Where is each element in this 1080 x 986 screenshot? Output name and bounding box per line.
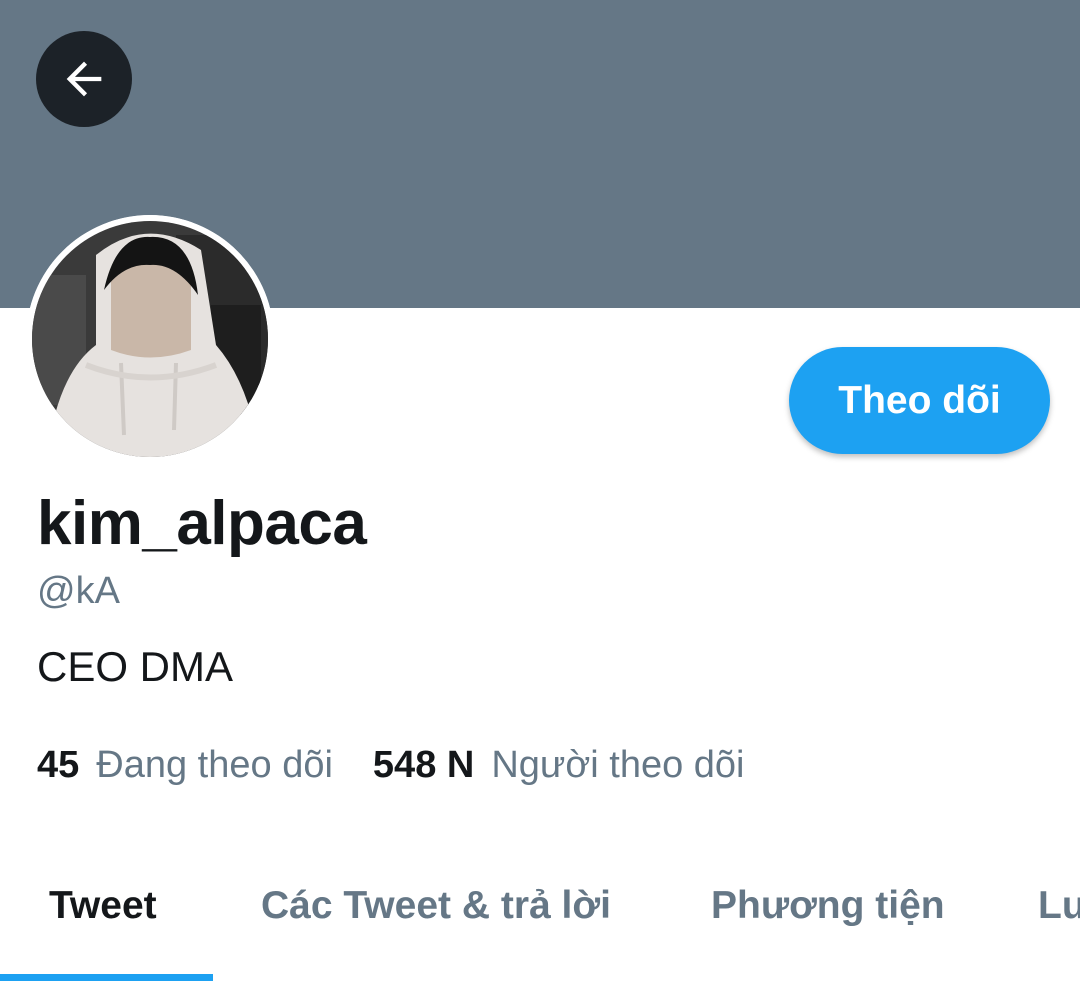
following-label[interactable]: Đang theo dõi: [96, 744, 333, 787]
profile-page: Theo dõi kim_alpaca @kA CEO DMA 45 Đang …: [0, 0, 1080, 986]
user-bio: CEO DMA: [37, 643, 234, 690]
profile-tabs: Tweet Các Tweet & trả lời Phương tiện Lư: [0, 860, 1080, 986]
tab-tweets-and-replies[interactable]: Các Tweet & trả lời: [261, 884, 611, 928]
back-button[interactable]: [36, 31, 132, 127]
following-count[interactable]: 45: [37, 744, 79, 787]
avatar-image: [26, 215, 274, 463]
active-tab-indicator: [0, 974, 213, 981]
display-name: kim_alpaca: [37, 489, 367, 558]
arrow-left-icon: [66, 61, 102, 97]
tab-tweets[interactable]: Tweet: [49, 884, 157, 928]
user-handle: @kA: [37, 570, 120, 612]
tab-media[interactable]: Phương tiện: [711, 884, 945, 928]
followers-label[interactable]: Người theo dõi: [491, 744, 744, 787]
avatar[interactable]: [26, 215, 274, 463]
follow-button[interactable]: Theo dõi: [789, 347, 1050, 454]
followers-count[interactable]: 548 N: [373, 744, 474, 787]
tab-likes[interactable]: Lư: [1038, 884, 1080, 928]
follow-stats: 45 Đang theo dõi 548 N Người theo dõi: [37, 744, 785, 787]
